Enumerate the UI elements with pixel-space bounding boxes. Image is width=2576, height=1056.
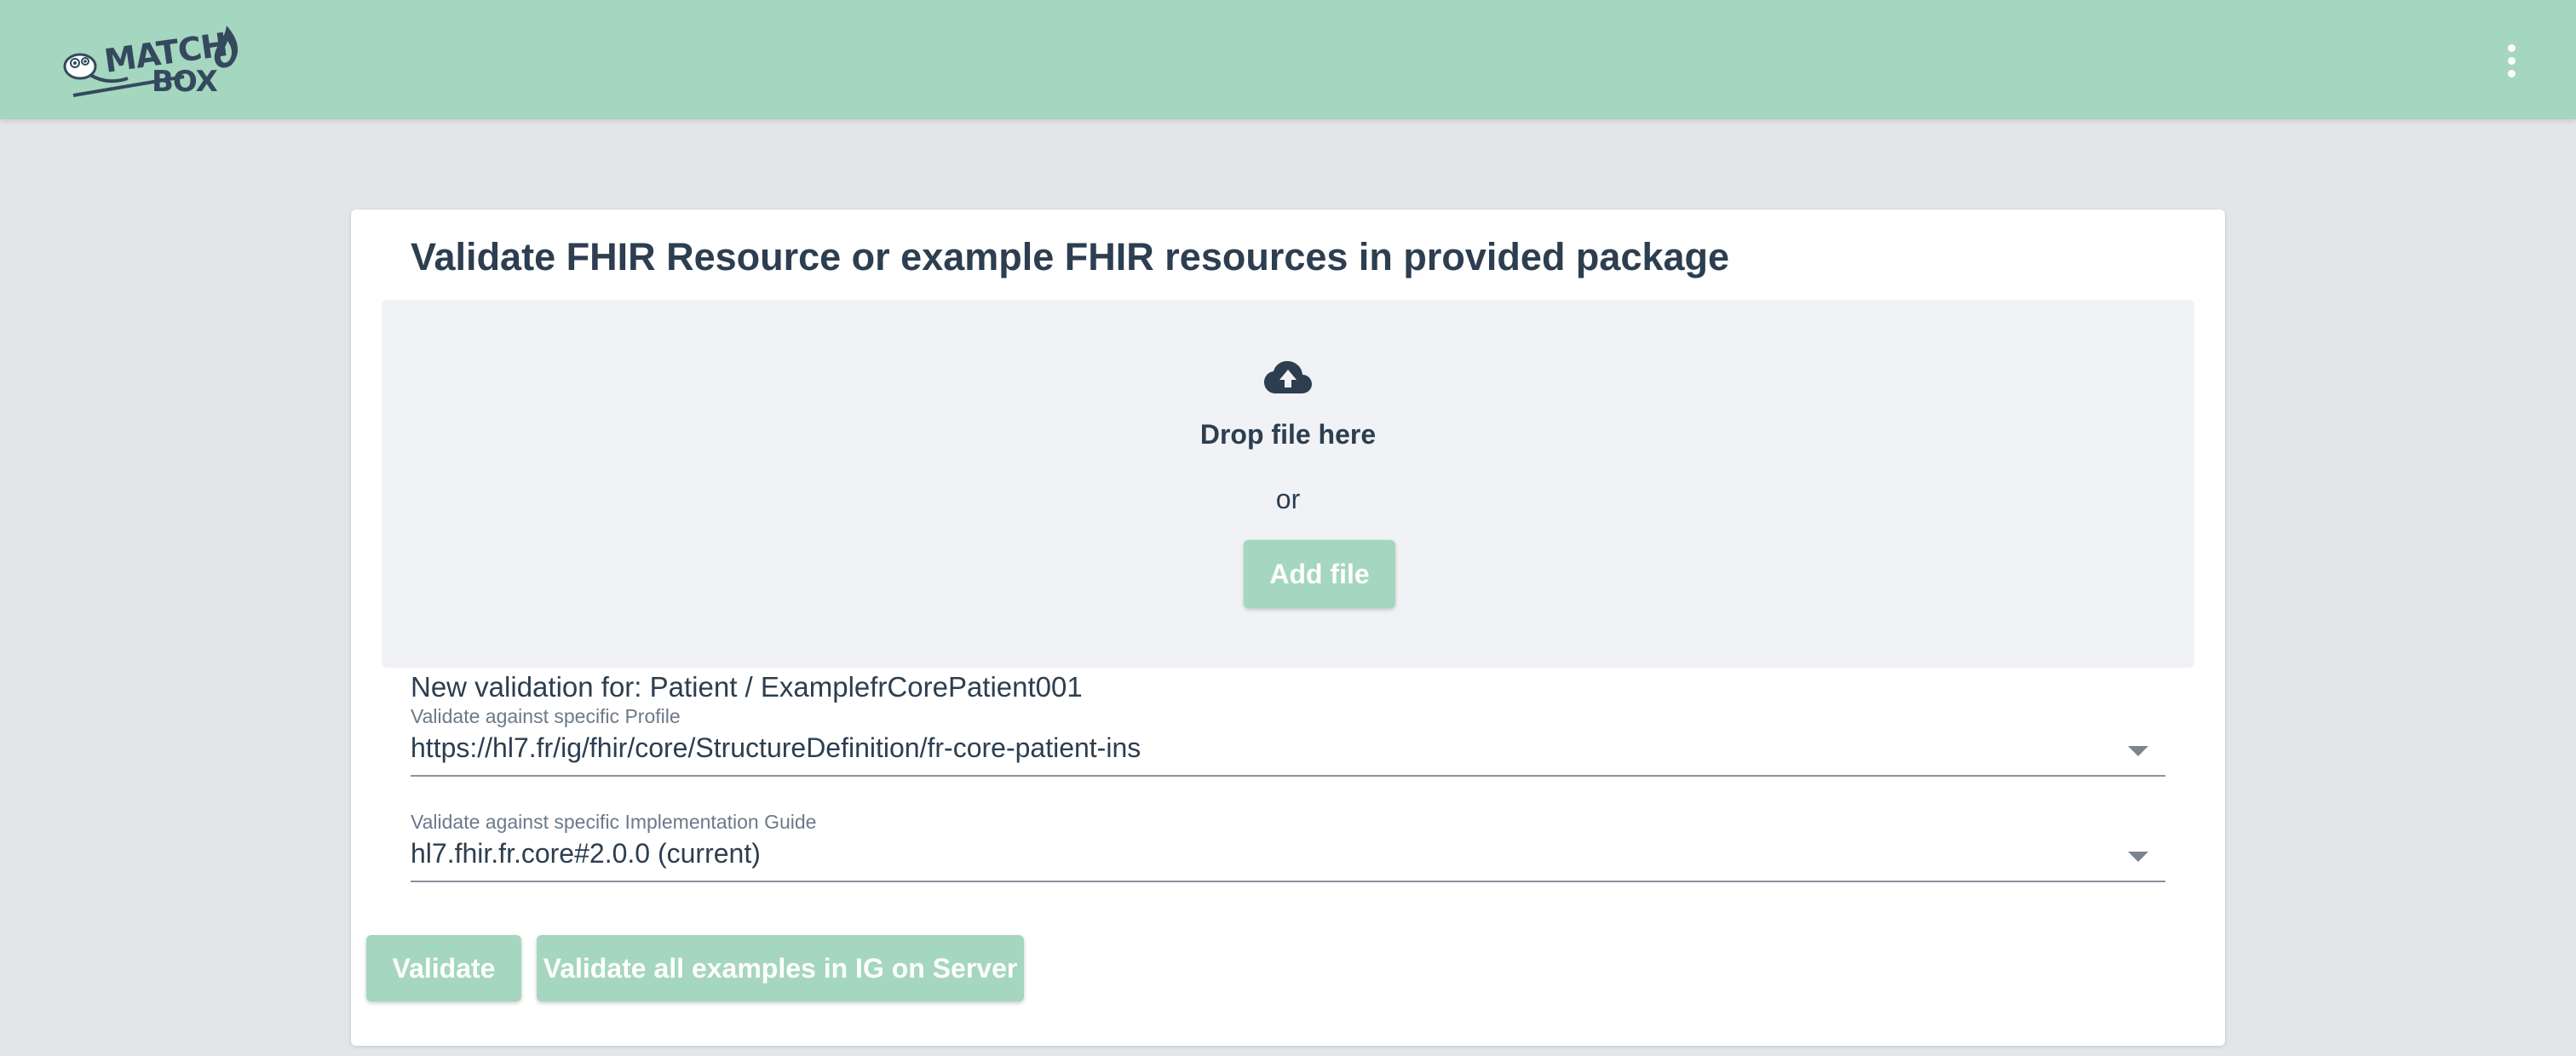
menu-dot [2507, 56, 2516, 65]
validate-button[interactable]: Validate [366, 935, 521, 1001]
validate-all-examples-button[interactable]: Validate all examples in IG on Server [537, 935, 1024, 1001]
add-file-button[interactable]: Add file [1244, 540, 1395, 608]
chevron-down-icon [2128, 852, 2148, 862]
chevron-down-icon [2128, 746, 2148, 756]
menu-dot [2507, 69, 2516, 77]
ig-select[interactable]: hl7.fhir.fr.core#2.0.0 (current) [411, 835, 2165, 882]
ig-field-label: Validate against specific Implementation… [411, 811, 817, 833]
ig-select-value: hl7.fhir.fr.core#2.0.0 (current) [411, 838, 761, 869]
cloud-upload-icon [1264, 361, 1312, 393]
validation-card: Validate FHIR Resource or example FHIR r… [351, 209, 2225, 1046]
menu-dot [2507, 43, 2516, 52]
more-vertical-icon[interactable] [2487, 34, 2535, 87]
matchbox-logo[interactable]: MATCH BOX [56, 19, 245, 100]
logo-text-box: BOX [152, 65, 218, 99]
new-validation-label: New validation for: Patient / ExamplefrC… [411, 671, 1083, 703]
page-title: Validate FHIR Resource or example FHIR r… [411, 235, 1730, 278]
profile-field-label: Validate against specific Profile [411, 705, 681, 727]
or-text: or [1275, 484, 1301, 514]
profile-select-value: https://hl7.fr/ig/fhir/core/StructureDef… [411, 732, 1141, 763]
file-dropzone[interactable]: Drop file here or Add file [382, 300, 2194, 668]
profile-select[interactable]: https://hl7.fr/ig/fhir/core/StructureDef… [411, 729, 2165, 777]
top-bar: MATCH BOX [0, 0, 2576, 119]
drop-file-text: Drop file here [1199, 419, 1377, 450]
